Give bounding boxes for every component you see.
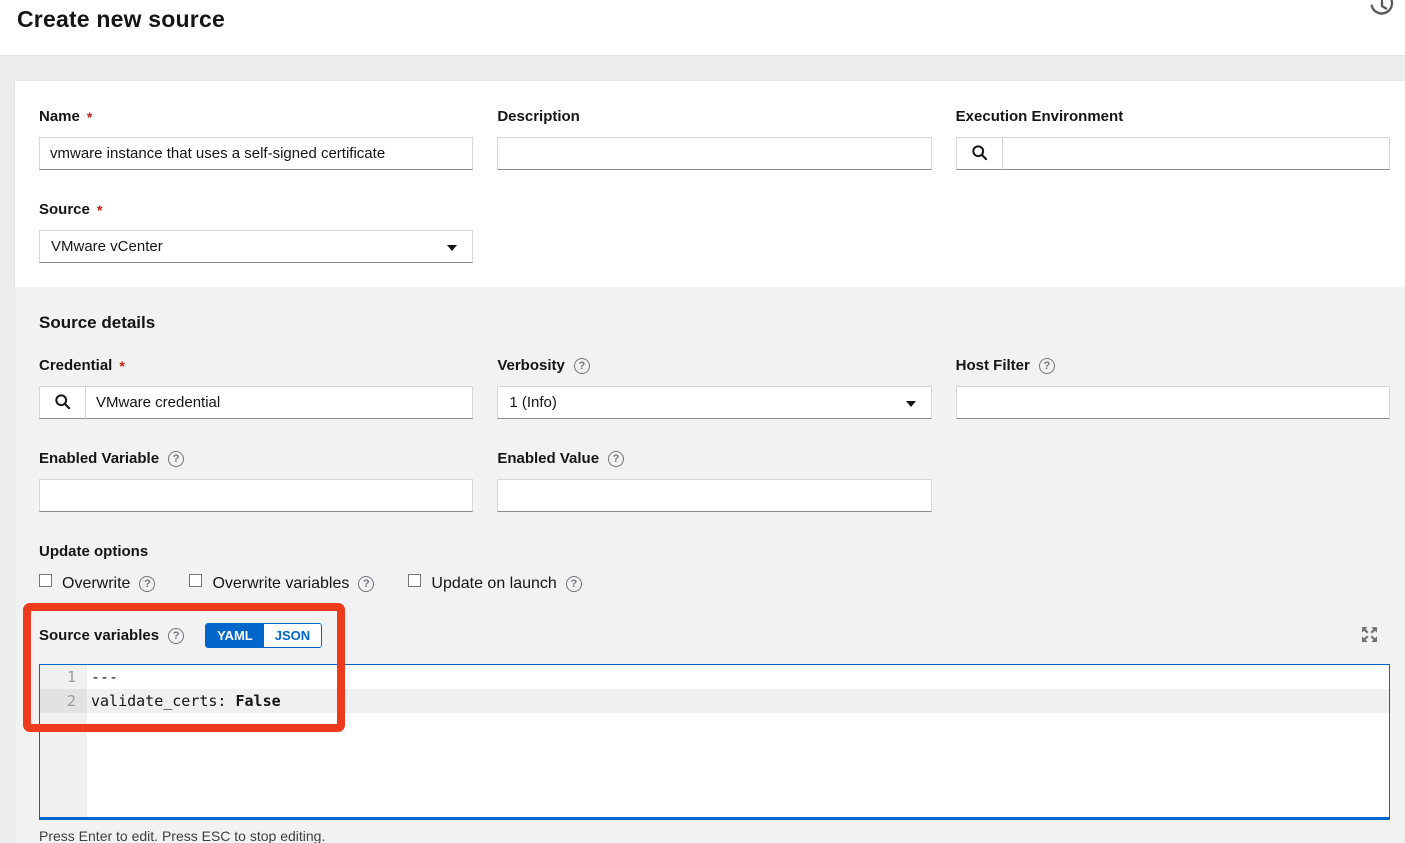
page-title: Create new source — [0, 0, 1405, 33]
update-on-launch-checkbox[interactable] — [408, 574, 421, 587]
verbosity-label: Verbosity — [497, 357, 931, 374]
overwrite-variables-option: Overwrite variables — [189, 575, 374, 593]
question-circle-icon[interactable] — [608, 451, 624, 467]
header-divider-band — [0, 55, 1405, 80]
question-circle-icon[interactable] — [358, 576, 374, 592]
description-input[interactable] — [497, 137, 931, 170]
chevron-down-icon — [906, 401, 916, 412]
overwrite-label: Overwrite — [62, 575, 130, 593]
json-toggle-button[interactable]: JSON — [264, 624, 321, 647]
create-source-page: Create new source Name Description — [0, 0, 1405, 843]
host-filter-field: Host Filter — [956, 357, 1390, 419]
update-options-label: Update options — [39, 543, 1390, 560]
description-label: Description — [497, 108, 931, 125]
host-filter-label: Host Filter — [956, 357, 1390, 374]
update-on-launch-option: Update on launch — [408, 575, 581, 593]
execution-environment-input[interactable] — [1003, 137, 1390, 170]
code-line: --- — [87, 665, 1389, 689]
enabled-variable-field: Enabled Variable — [39, 450, 473, 512]
enabled-variable-label: Enabled Variable — [39, 450, 473, 467]
basic-fields-section: Name Description Execution Environment — [15, 81, 1405, 287]
execution-environment-label: Execution Environment — [956, 108, 1390, 125]
enabled-value-field: Enabled Value — [497, 450, 931, 512]
description-field: Description — [497, 108, 931, 170]
search-icon — [54, 393, 71, 413]
source-variables-label: Source variables — [39, 627, 184, 644]
name-field: Name — [39, 108, 473, 170]
question-circle-icon[interactable] — [574, 358, 590, 374]
update-options-group: Update options Overwrite Overwrite varia… — [39, 543, 1390, 593]
verbosity-select-value: 1 (Info) — [509, 394, 557, 411]
chevron-down-icon — [447, 245, 457, 256]
name-label: Name — [39, 108, 473, 125]
editor-hint-text: Press Enter to edit. Press ESC to stop e… — [39, 828, 1390, 843]
overwrite-checkbox[interactable] — [39, 574, 52, 587]
source-select-value: VMware vCenter — [51, 238, 163, 255]
credential-search-button[interactable] — [39, 386, 86, 419]
host-filter-input[interactable] — [956, 386, 1390, 419]
question-circle-icon[interactable] — [168, 451, 184, 467]
source-label: Source — [39, 201, 473, 218]
search-icon — [971, 144, 988, 164]
execution-environment-field: Execution Environment — [956, 108, 1390, 170]
source-variables-editor[interactable]: 1 2 --- validate_certs: False — [39, 664, 1390, 820]
line-number: 1 — [40, 665, 87, 689]
credential-label: Credential — [39, 357, 473, 374]
verbosity-field: Verbosity 1 (Info) — [497, 357, 931, 419]
yaml-json-toggle: YAML JSON — [205, 623, 322, 648]
overwrite-variables-label: Overwrite variables — [212, 575, 349, 593]
credential-field: Credential — [39, 357, 473, 419]
source-select[interactable]: VMware vCenter — [39, 230, 473, 263]
source-field: Source VMware vCenter — [39, 201, 473, 263]
expand-arrows-icon[interactable] — [1359, 624, 1380, 648]
enabled-value-input[interactable] — [497, 479, 931, 512]
page-header: Create new source — [0, 0, 1405, 55]
editor-line-number-gutter: 1 2 — [40, 665, 87, 817]
verbosity-select[interactable]: 1 (Info) — [497, 386, 931, 419]
source-variables-header: Source variables YAML JSON — [39, 623, 1390, 648]
update-on-launch-label: Update on launch — [431, 575, 556, 593]
question-circle-icon[interactable] — [168, 628, 184, 644]
source-details-section: Source details Credential — [15, 287, 1405, 843]
line-number: 2 — [40, 689, 87, 713]
source-details-heading: Source details — [39, 313, 1390, 333]
history-icon[interactable] — [1367, 0, 1397, 21]
enabled-value-label: Enabled Value — [497, 450, 931, 467]
overwrite-variables-checkbox[interactable] — [189, 574, 202, 587]
editor-code-area[interactable]: --- validate_certs: False — [87, 665, 1389, 817]
execution-environment-search-button[interactable] — [956, 137, 1003, 170]
question-circle-icon[interactable] — [139, 576, 155, 592]
question-circle-icon[interactable] — [1039, 358, 1055, 374]
code-line: validate_certs: False — [87, 689, 1389, 713]
credential-input[interactable] — [86, 386, 473, 419]
form-card: Name Description Execution Environment — [14, 80, 1405, 843]
yaml-toggle-button[interactable]: YAML — [206, 624, 264, 647]
question-circle-icon[interactable] — [566, 576, 582, 592]
enabled-variable-input[interactable] — [39, 479, 473, 512]
overwrite-option: Overwrite — [39, 575, 155, 593]
name-input[interactable] — [39, 137, 473, 170]
